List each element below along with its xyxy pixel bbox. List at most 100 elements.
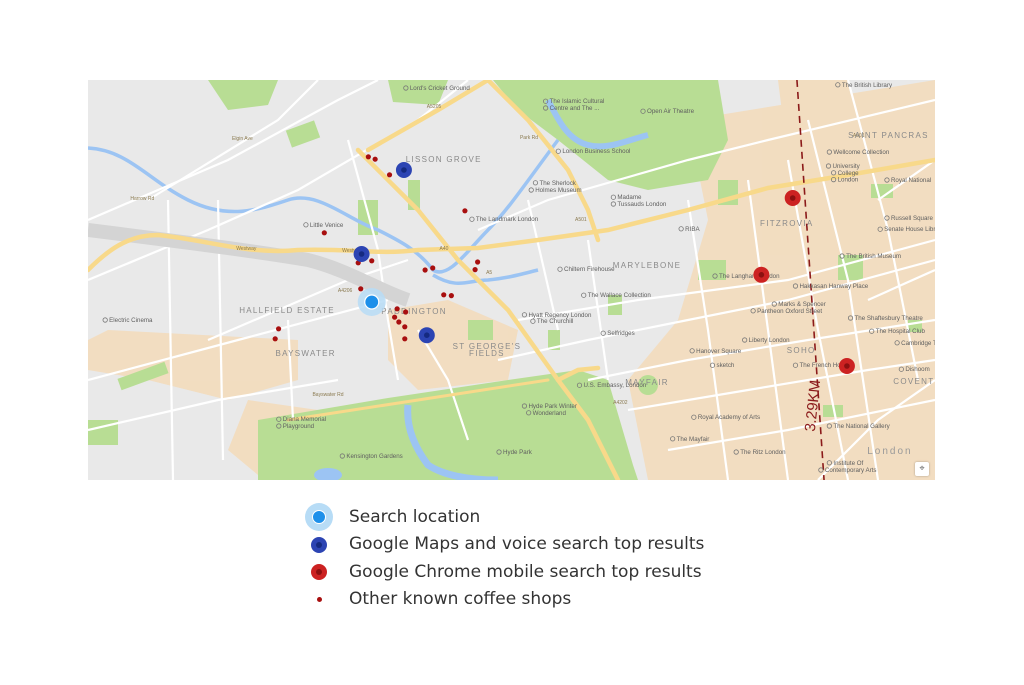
legend-item-chrome: Google Chrome mobile search top results [304,558,704,586]
place-poi[interactable]: Royal Academy of Arts [691,414,760,421]
place-poi[interactable]: Holmes Museum [528,187,582,194]
place-label: London [838,177,859,184]
chrome-result-marker[interactable] [753,266,770,283]
coffee-shop-marker[interactable] [275,326,282,332]
district-label: FIELDS [469,349,505,358]
place-label: Centre and The ... [550,105,600,112]
coffee-shop-marker[interactable] [372,156,378,162]
place-poi[interactable]: Electric Cinema [102,317,153,324]
place-poi[interactable]: Centre and The ... [543,105,600,112]
district-label: LISSON GROVE [406,155,482,164]
place-label: Lord's Cricket Ground [410,85,471,92]
place-poi[interactable]: Little Venice [303,222,344,229]
coffee-shop-marker[interactable] [441,292,447,298]
coffee-shop-marker[interactable] [394,306,400,312]
search-location-marker[interactable] [357,288,386,316]
place-poi[interactable]: The Mayfair [670,436,709,443]
place-poi[interactable]: The Shaftesbury Theatre [847,315,924,322]
place-poi[interactable]: Hanover Square [689,348,742,355]
district-label: SAINT PANCRAS [848,131,929,140]
place-label: Electric Cinema [109,317,153,324]
place-label: Pantheon Oxford Street [757,308,822,315]
place-poi[interactable]: Lord's Cricket Ground [403,85,471,92]
chrome-result-marker[interactable] [838,358,855,374]
place-label: The National Gallery [833,423,890,430]
legend-label: Google Chrome mobile search top results [349,561,702,582]
place-poi[interactable]: The Sherlock [532,180,577,187]
coffee-shop-marker[interactable] [462,208,468,214]
place-poi[interactable]: The Hospital Club [869,328,926,335]
coffee-shop-marker[interactable] [402,324,408,330]
place-label: RIBA [685,226,700,233]
coffee-shop-marker[interactable] [403,309,409,315]
place-poi[interactable]: Tussauds London [610,201,667,208]
maps-result-marker[interactable] [353,246,370,262]
legend-item-other: Other known coffee shops [304,586,704,614]
place-poi[interactable]: The Wallace Collection [581,292,652,299]
map-canvas[interactable]: 3.29KM A40A501A501A5A4206Westway WestwayA… [88,80,935,480]
place-poi[interactable]: Liberty London [742,337,790,344]
coffee-shop-marker[interactable] [472,267,478,273]
coffee-shop-marker[interactable] [386,172,393,178]
legend-label: Search location [349,506,481,527]
road-label: A4206 [338,288,353,294]
maps-result-marker[interactable] [395,162,412,178]
place-poi[interactable]: Open Air Theatre [640,108,695,115]
coffee-shop-marker[interactable] [369,258,375,264]
coffee-shop-marker[interactable] [448,293,454,299]
chrome-result-marker[interactable] [784,190,801,206]
place-poi[interactable]: The Langham London [712,273,780,280]
coffee-shop-marker[interactable] [422,267,428,273]
place-poi[interactable]: The Landmark London [469,216,539,223]
coffee-shop-marker[interactable] [402,336,408,342]
legend-item-maps: Google Maps and voice search top results [304,531,704,559]
place-label: Dishoom [905,366,929,373]
place-poi[interactable]: The National Gallery [826,423,891,430]
road-label: A501 [575,217,587,223]
place-poi[interactable]: Kensington Gardens [339,453,403,460]
coffee-shop-marker[interactable] [321,230,327,236]
place-label: The Sherlock [539,180,576,187]
place-poi[interactable]: Royal National [884,177,931,184]
place-poi[interactable]: The Ritz London [733,449,786,456]
coffee-shop-dot-icon [304,586,334,613]
coffee-shop-marker[interactable] [365,154,371,160]
place-poi[interactable]: Pantheon Oxford Street [750,308,822,315]
legend-label: Google Maps and voice search top results [349,534,705,555]
place-label: The Churchill [537,318,573,325]
place-label: The Shaftesbury Theatre [855,315,924,322]
road-label: A40 [440,246,449,252]
maps-result-marker[interactable] [418,327,435,344]
place-poi[interactable]: Chiltern Firehouse [557,266,615,273]
place-poi[interactable]: Contemporary Arts [818,467,877,474]
map-view[interactable]: 3.29KM A40 A501 A501 A5 A4206 Westway Westway A… [88,80,935,480]
place-label: Institute Of [833,460,863,467]
district-label: FITZROVIA [760,219,813,228]
place-poi[interactable]: Playground [276,423,315,430]
road-label: A5205 [427,104,442,110]
coffee-shop-marker[interactable] [358,286,364,292]
place-poi[interactable]: London Business School [555,148,630,155]
place-poi[interactable]: Cambridge Theatre [894,340,935,347]
place-poi[interactable]: Wonderland [526,410,566,417]
coffee-shop-marker[interactable] [475,259,481,265]
coffee-shop-marker[interactable] [392,314,398,320]
place-label: The British Museum [846,253,901,260]
place-poi[interactable]: The British Museum [839,253,901,260]
place-poi[interactable]: Wellcome Collection [826,149,890,156]
place-poi[interactable]: Hyde Park [496,449,533,456]
district-label: SOHO [787,346,816,355]
coffee-shop-marker[interactable] [272,336,278,342]
place-poi[interactable]: Russell Square [884,215,934,222]
place-poi[interactable]: Senate House Library [877,226,935,233]
coffee-shop-marker[interactable] [430,265,436,271]
place-poi[interactable]: Institute Of [826,460,864,467]
place-poi[interactable]: The Churchill [530,318,574,325]
place-label: Kensington Gardens [346,453,402,460]
district-label: PADDINGTON [381,307,447,316]
place-poi[interactable]: Hakkasan Hanway Place [792,283,869,290]
locate-me-button[interactable]: ⌖ [915,462,929,476]
place-poi[interactable]: The British Library [835,82,893,89]
coffee-shop-marker[interactable] [396,319,402,325]
road-label: A5 [486,270,492,276]
